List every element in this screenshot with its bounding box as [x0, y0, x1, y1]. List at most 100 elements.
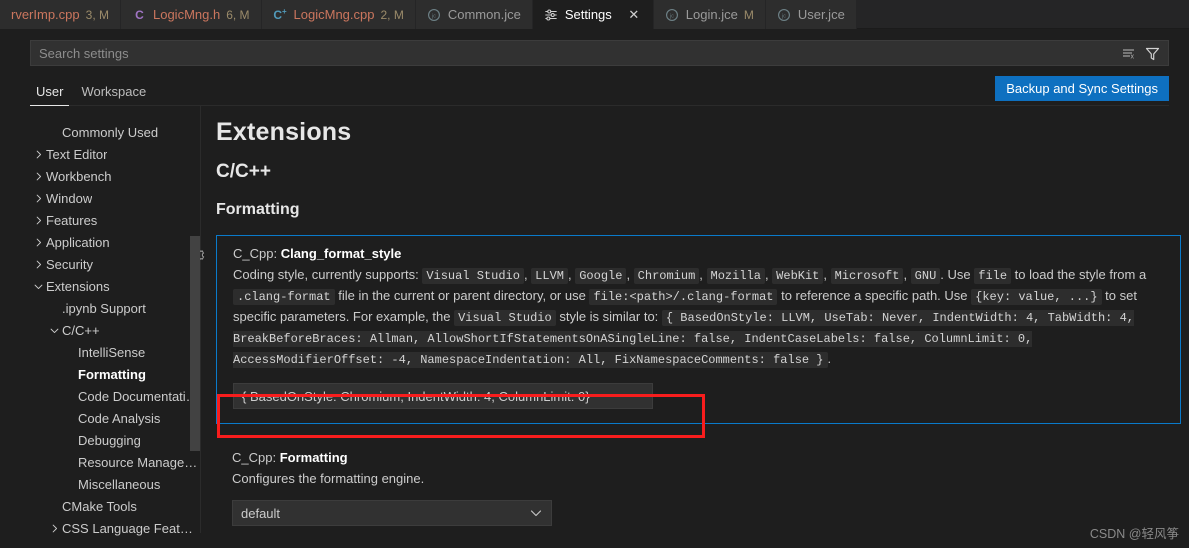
sidebar-item-cmake-tools[interactable]: CMake Tools — [30, 495, 200, 517]
tab-label: Common.jce — [447, 7, 521, 22]
setting-description: Configures the formatting engine. — [232, 471, 425, 486]
sidebar-item-formatting[interactable]: Formatting — [30, 363, 200, 385]
sidebar-item-text-editor[interactable]: Text Editor — [30, 143, 200, 165]
sidebar-item-label: Miscellaneous — [78, 476, 161, 492]
sidebar-item-intellisense[interactable]: IntelliSense — [30, 341, 200, 363]
sidebar-item-label: Debugging — [78, 432, 141, 448]
svg-text:jc: jc — [669, 13, 674, 19]
sidebar-item-features[interactable]: Features — [30, 209, 200, 231]
sidebar-item-resource-manageme[interactable]: Resource Manageme... — [30, 451, 200, 473]
sidebar-scrollbar-thumb[interactable] — [190, 236, 200, 451]
tab-label: Login.jce — [685, 7, 738, 22]
setting-title-key: Formatting — [279, 450, 348, 465]
sidebar-scrollbar[interactable] — [190, 106, 200, 533]
inline-code: {key: value, ...} — [971, 289, 1102, 305]
gear-icon[interactable] — [200, 247, 205, 263]
setting-row-clang-format-style[interactable]: C_Cpp: Clang_format_style Coding style, … — [200, 235, 1181, 424]
editor-tab-logicmng-h[interactable]: C LogicMng.h 6, M — [120, 0, 262, 29]
sidebar-item-window[interactable]: Window — [30, 187, 200, 209]
editor-tab-login-jce[interactable]: jc Login.jce M — [653, 0, 766, 29]
inline-code: file:<path>/.clang-format — [589, 289, 778, 305]
inline-code: file — [974, 268, 1012, 284]
sidebar-item-label: Security — [46, 256, 93, 272]
settings-main-pane: Extensions C/C++ Formatting C_Cpp: Clang… — [200, 106, 1189, 533]
sidebar-item-label: Code Analysis — [78, 410, 161, 426]
jce-file-icon: jc — [777, 7, 792, 22]
sidebar-item-security[interactable]: Security — [30, 253, 200, 275]
tab-badge: 3, M — [85, 7, 109, 22]
sidebar-item-application[interactable]: Application — [30, 231, 200, 253]
sidebar-item-miscellaneous[interactable]: Miscellaneous — [30, 473, 200, 495]
editor-tab-rverimp-cpp[interactable]: rverImp.cpp 3, M — [0, 0, 121, 29]
chevron-right-icon[interactable] — [30, 215, 46, 226]
backup-and-sync-settings-button[interactable]: Backup and Sync Settings — [995, 76, 1169, 101]
sidebar-item-css-language-features[interactable]: CSS Language Features — [30, 517, 200, 539]
inline-code: Visual Studio — [422, 268, 524, 284]
setting-title: C_Cpp: Formatting — [232, 450, 1171, 465]
sidebar-item-label: C/C++ — [62, 322, 100, 338]
settings-scope-tab-user[interactable]: User — [30, 82, 70, 106]
sidebar-item-label: Text Editor — [46, 146, 108, 162]
tab-label: rverImp.cpp — [11, 7, 80, 22]
search-input[interactable] — [31, 45, 1120, 61]
settings-body: Commonly Used Text Editor Workbench Window F… — [0, 106, 1189, 536]
inline-code: LLVM — [531, 268, 568, 284]
close-icon[interactable]: ✕ — [626, 7, 642, 23]
sidebar-item-extensions[interactable]: Extensions — [30, 275, 200, 297]
tab-label: User.jce — [797, 7, 845, 22]
formatting-engine-select-wrap[interactable]: default — [232, 500, 552, 526]
chevron-right-icon[interactable] — [46, 523, 62, 534]
chevron-right-icon[interactable] — [30, 259, 46, 270]
sidebar-item-code-documentation[interactable]: Code Documentation — [30, 385, 200, 407]
chevron-down-icon[interactable] — [30, 281, 46, 292]
setting-row-formatting[interactable]: C_Cpp: Formatting Configures the formatt… — [216, 440, 1189, 533]
vscode-settings-window: rverImp.cpp 3, M C LogicMng.h 6, M C+ LogicMng… — [0, 0, 1189, 548]
chevron-down-icon[interactable] — [46, 325, 62, 336]
sidebar-item-c-c[interactable]: C/C++ — [30, 319, 200, 341]
chevron-right-icon[interactable] — [30, 193, 46, 204]
setting-title-prefix: C_Cpp: — [233, 246, 281, 261]
sidebar-item-workbench[interactable]: Workbench — [30, 165, 200, 187]
tab-label: LogicMng.h — [152, 7, 221, 22]
svg-text:jc: jc — [431, 13, 436, 19]
sidebar-item-commonly-used[interactable]: Commonly Used — [30, 121, 200, 143]
chevron-right-icon[interactable] — [30, 171, 46, 182]
setting-title-key: Clang_format_style — [280, 246, 402, 261]
inline-code: Mozilla — [706, 268, 765, 284]
sidebar-item-label: Formatting — [78, 366, 146, 382]
settings-toc-sidebar: Commonly Used Text Editor Workbench Window F… — [0, 106, 200, 536]
sidebar-item-code-analysis[interactable]: Code Analysis — [30, 407, 200, 429]
editor-tab-settings[interactable]: Settings ✕ — [532, 0, 654, 29]
setting-title-prefix: C_Cpp: — [232, 450, 280, 465]
sidebar-item-ipynb-support[interactable]: .ipynb Support — [30, 297, 200, 319]
inline-code: Chromium — [633, 268, 700, 284]
chevron-right-icon[interactable] — [30, 237, 46, 248]
inline-code: GNU — [910, 268, 941, 284]
sidebar-item-label: Resource Manageme... — [78, 454, 200, 470]
formatting-engine-select[interactable]: default — [232, 500, 552, 526]
chevron-right-icon[interactable] — [30, 149, 46, 160]
editor-tab-user-jce[interactable]: jc User.jce — [765, 0, 857, 29]
settings-toc-tree: Commonly Used Text Editor Workbench Window F… — [30, 121, 200, 539]
sidebar-item-label: Extensions — [46, 278, 110, 294]
editor-tab-common-jce[interactable]: jc Common.jce — [415, 0, 533, 29]
search-box[interactable]: x — [30, 40, 1169, 66]
inline-code: .clang-format — [233, 289, 335, 305]
settings-search-row: x — [0, 29, 1189, 66]
tab-label: LogicMng.cpp — [293, 7, 375, 22]
inline-code: Visual Studio — [454, 310, 556, 326]
sidebar-item-label: Workbench — [46, 168, 112, 184]
section-title: Formatting — [216, 201, 300, 218]
setting-title: C_Cpp: Clang_format_style — [233, 246, 1162, 261]
sidebar-item-label: Commonly Used — [62, 124, 159, 140]
editor-tab-logicmng-cpp[interactable]: C+ LogicMng.cpp 2, M — [261, 0, 416, 29]
clear-filter-icon[interactable]: x — [1120, 45, 1137, 62]
settings-scope-tab-workspace[interactable]: Workspace — [75, 82, 152, 106]
sidebar-item-label: IntelliSense — [78, 344, 146, 360]
tab-badge: M — [743, 7, 754, 22]
inline-code: { BasedOnStyle: LLVM, UseTab: Never, Ind… — [233, 310, 1134, 368]
sidebar-item-debugging[interactable]: Debugging — [30, 429, 200, 451]
filter-funnel-icon[interactable] — [1144, 45, 1161, 62]
main-scrollbar[interactable] — [1179, 106, 1189, 533]
clang-format-style-input[interactable] — [233, 383, 653, 409]
